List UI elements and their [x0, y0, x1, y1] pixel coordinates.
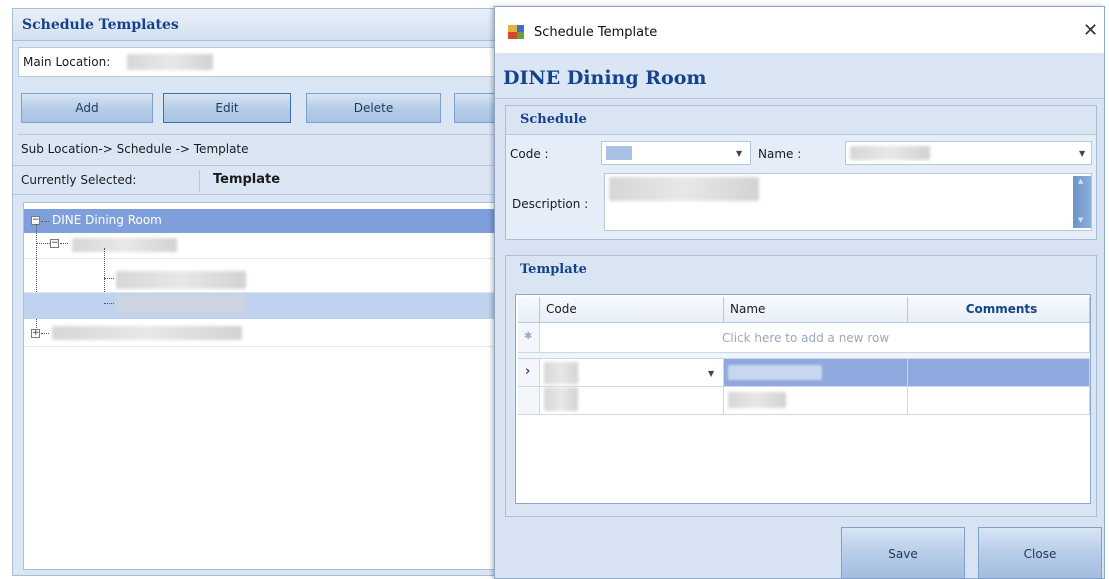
grid-cell-comments[interactable]	[908, 387, 1090, 415]
column-header-code[interactable]: Code	[540, 297, 724, 323]
scroll-down-icon[interactable]: ▼	[1078, 216, 1083, 224]
grid-cell-code[interactable]: ▼	[540, 359, 724, 387]
code-label: Code :	[510, 147, 549, 161]
divider	[18, 134, 498, 135]
tree-node-label	[116, 271, 246, 289]
location-heading: DINE Dining Room	[495, 53, 1104, 99]
cell-value	[728, 365, 822, 380]
cell-value	[544, 362, 578, 384]
dialog-titlebar: Schedule Template ✕	[495, 7, 1104, 53]
new-row-hint: Click here to add a new row	[722, 331, 890, 345]
grid-cell-comments[interactable]	[908, 359, 1090, 387]
template-group-title: Template	[520, 262, 587, 277]
window-title: Schedule Templates	[13, 9, 501, 41]
name-combo[interactable]: ▼	[845, 141, 1092, 165]
save-button[interactable]: Save	[841, 527, 965, 579]
chevron-down-icon[interactable]: ▼	[708, 369, 714, 378]
main-location-row: Main Location:	[18, 47, 498, 77]
tree-node-template[interactable]	[24, 265, 500, 293]
app-icon	[508, 25, 524, 39]
name-combo-value	[850, 146, 930, 160]
tree-connector	[60, 243, 68, 244]
toolbar-button-partial[interactable]	[454, 93, 499, 123]
tree-connector	[104, 278, 114, 279]
tree-node-location[interactable]: +	[24, 323, 500, 347]
column-header-name[interactable]: Name	[724, 297, 908, 323]
tree-connector	[36, 243, 50, 244]
column-header-comments[interactable]: Comments	[908, 297, 1090, 323]
new-row[interactable]: Click here to add a new row	[540, 323, 1090, 353]
tree-node-template-selected[interactable]	[24, 293, 500, 319]
tree-node-label	[116, 295, 246, 313]
schedule-group-title: Schedule	[520, 112, 587, 127]
tree-node-schedule[interactable]: −	[24, 235, 500, 259]
currently-selected-row: Currently Selected: Template	[13, 165, 501, 195]
location-tree[interactable]: − DINE Dining Room − +	[23, 202, 501, 570]
currently-selected-value: Template	[213, 172, 281, 187]
grid-cell-name[interactable]	[724, 387, 908, 415]
edit-button[interactable]: Edit	[163, 93, 291, 123]
grid-cell-code[interactable]	[540, 387, 724, 415]
asterisk-icon: ✱	[524, 331, 533, 342]
tree-node-label	[72, 238, 177, 252]
template-grid[interactable]: Code Name Comments ✱ Click here to add a…	[515, 294, 1091, 504]
cell-value	[728, 392, 786, 408]
description-scrollbar[interactable]: ▲ ▼	[1073, 176, 1091, 228]
code-combo[interactable]: ▼	[601, 141, 751, 165]
name-label: Name :	[758, 147, 802, 161]
expand-icon[interactable]: +	[31, 329, 40, 338]
currently-selected-label: Currently Selected:	[21, 173, 137, 187]
main-location-value[interactable]	[127, 54, 213, 70]
close-icon[interactable]: ✕	[1083, 20, 1098, 41]
current-row-icon: ›	[525, 364, 531, 379]
tree-connector	[41, 221, 49, 222]
divider	[199, 170, 200, 192]
delete-button[interactable]: Delete	[306, 93, 441, 123]
tree-node-label	[52, 326, 242, 340]
hierarchy-path: Sub Location-> Schedule -> Template	[21, 142, 249, 156]
description-value	[609, 177, 759, 201]
schedule-templates-window: Schedule Templates Main Location: Add Ed…	[12, 8, 502, 576]
row-indicator: ›	[518, 359, 540, 387]
new-row-indicator: ✱	[518, 323, 540, 353]
grid-row-indicator-header	[518, 297, 540, 323]
dialog-title: Schedule Template	[534, 25, 658, 40]
description-textarea[interactable]: ▲ ▼	[604, 173, 1092, 231]
grid-cell-name[interactable]	[724, 359, 908, 387]
chevron-down-icon[interactable]: ▼	[1079, 149, 1085, 158]
row-indicator	[518, 387, 540, 415]
chevron-down-icon[interactable]: ▼	[736, 149, 742, 158]
schedule-group: Schedule Code : ▼ Name : ▼ Description :…	[505, 105, 1097, 240]
code-combo-value	[606, 146, 632, 160]
tree-connector	[104, 303, 114, 304]
tree-node-label: DINE Dining Room	[52, 213, 162, 227]
main-location-label: Main Location:	[23, 55, 111, 69]
tree-connector	[41, 333, 49, 334]
scroll-up-icon[interactable]: ▲	[1078, 177, 1083, 185]
description-label: Description :	[512, 197, 589, 211]
cell-value	[544, 387, 578, 411]
close-button[interactable]: Close	[978, 527, 1102, 579]
schedule-group-body: Code : ▼ Name : ▼ Description : ▲ ▼	[506, 134, 1096, 239]
tree-node-root[interactable]: − DINE Dining Room	[24, 209, 500, 233]
add-button[interactable]: Add	[21, 93, 153, 123]
schedule-template-dialog: Schedule Template ✕ DINE Dining Room Sch…	[494, 6, 1105, 579]
collapse-icon[interactable]: −	[50, 239, 59, 248]
